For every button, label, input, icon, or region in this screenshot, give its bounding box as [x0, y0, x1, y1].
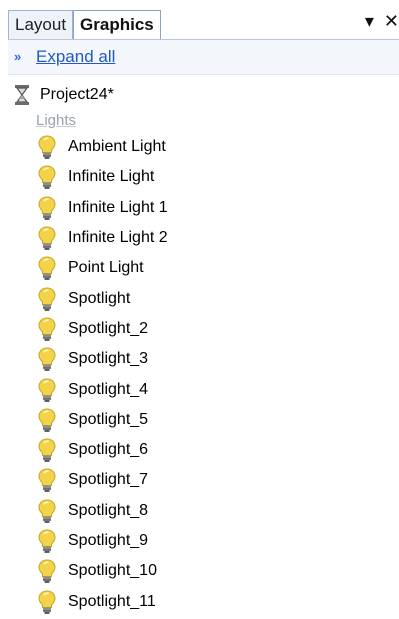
tree-item-light[interactable]: Spotlight_8 — [36, 496, 168, 526]
tree-item-light[interactable]: Spotlight_7 — [36, 465, 168, 495]
tab-graphics[interactable]: Graphics — [73, 10, 161, 40]
tree-item-light[interactable]: Ambient Light — [36, 132, 168, 162]
light-bulb-icon — [38, 135, 56, 160]
tree-item-label: Ambient Light — [68, 138, 166, 156]
tree-item-light[interactable]: Infinite Light — [36, 162, 168, 192]
tree-item-light[interactable]: Spotlight_6 — [36, 435, 168, 465]
light-bulb-icon — [38, 317, 56, 341]
tree-item-label: Spotlight_2 — [68, 319, 149, 337]
tree-item-label: Spotlight_5 — [68, 410, 149, 428]
light-bulb-icon — [38, 468, 56, 493]
tree-item-label: Spotlight_11 — [68, 592, 156, 610]
tree-item-label: Point Light — [68, 259, 144, 277]
tree-item-label: Infinite Light — [68, 168, 155, 186]
tree-project-node[interactable]: Project24* — [12, 82, 114, 108]
panel-header: Layout Graphics ▾ ✕ — [0, 0, 399, 40]
light-bulb-icon — [38, 347, 56, 372]
project-icon — [15, 85, 29, 105]
close-icon[interactable]: ✕ — [384, 12, 399, 30]
light-bulb-icon — [38, 499, 56, 523]
tree-item-light[interactable]: Spotlight_2 — [36, 314, 168, 344]
tree-item-label: Spotlight_10 — [68, 562, 157, 580]
tree-item-label: Infinite Light 2 — [68, 229, 168, 247]
tree-item-label: Spotlight_3 — [68, 350, 149, 368]
panel-controls: ▾ ✕ — [365, 12, 399, 30]
tree-item-light[interactable]: Spotlight_4 — [36, 374, 168, 404]
tree-item-label: Spotlight — [68, 289, 131, 307]
tree-item-label: Spotlight_4 — [68, 380, 149, 398]
expand-all-link[interactable]: Expand all — [36, 47, 115, 67]
tree-item-label: Spotlight_6 — [68, 441, 149, 459]
group-label-lights[interactable]: Lights — [36, 112, 76, 129]
toolbar: » Expand all — [8, 40, 399, 75]
pin-dropdown-icon[interactable]: ▾ — [365, 12, 374, 30]
expand-all-icon[interactable]: » — [14, 49, 28, 65]
tree-item-label: Spotlight_9 — [68, 532, 149, 549]
tree-item-light[interactable]: Spotlight_3 — [36, 344, 168, 374]
lights-list: Ambient Light Infinite Light Infinite Li… — [36, 132, 168, 617]
tree-item-light[interactable]: Spotlight — [36, 283, 168, 313]
light-bulb-icon — [38, 438, 56, 463]
tree-item-light[interactable]: Spotlight_9 — [36, 526, 168, 556]
tab-layout[interactable]: Layout — [8, 10, 74, 40]
light-bulb-icon — [38, 196, 56, 220]
tree-item-label: Spotlight_7 — [68, 471, 149, 489]
tree-item-label: Infinite Light 1 — [68, 198, 168, 216]
project-label: Project24* — [40, 86, 114, 103]
light-bulb-icon — [38, 408, 56, 432]
tree-item-light[interactable]: Spotlight_5 — [36, 405, 168, 435]
tree-item-label: Spotlight_8 — [68, 501, 149, 519]
tree-item-light[interactable]: Spotlight_11 — [36, 586, 168, 616]
light-bulb-icon — [38, 226, 56, 250]
light-bulb-icon — [38, 378, 56, 402]
tree-item-light[interactable]: Spotlight_10 — [36, 556, 168, 586]
tree-item-light[interactable]: Point Light — [36, 253, 168, 283]
light-bulb-icon — [38, 287, 56, 311]
tab-strip: Layout Graphics — [8, 10, 161, 40]
tree-item-light[interactable]: Infinite Light 1 — [36, 193, 168, 223]
tree-item-light[interactable]: Infinite Light 2 — [36, 223, 168, 253]
light-bulb-icon — [38, 529, 56, 553]
light-bulb-icon — [38, 256, 56, 281]
light-bulb-icon — [38, 165, 56, 190]
light-bulb-icon — [38, 590, 56, 614]
light-bulb-icon — [38, 559, 56, 584]
